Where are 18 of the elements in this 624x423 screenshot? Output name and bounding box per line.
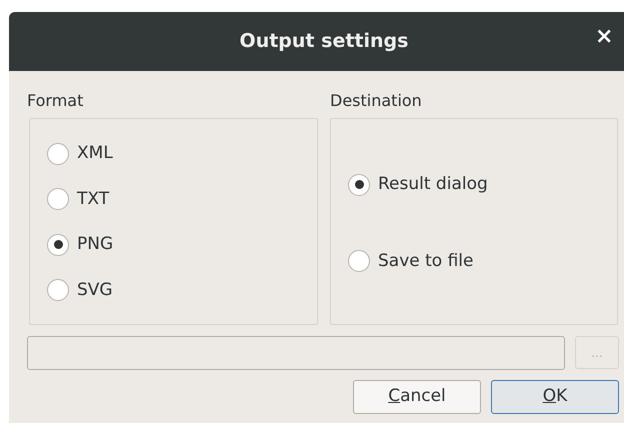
radio-button[interactable]: [348, 174, 370, 196]
group-label: Destination: [330, 91, 423, 111]
window-title: Output settings: [240, 29, 408, 54]
radio-button[interactable]: [47, 142, 69, 165]
dialog-button[interactable]: Cancel: [353, 380, 481, 414]
radio-label: XML: [77, 142, 113, 165]
dialog-button[interactable]: OK: [491, 380, 619, 414]
radio-label: Save to file: [378, 250, 474, 272]
radio-button[interactable]: [47, 234, 69, 256]
radio-label: Result dialog: [378, 173, 488, 196]
radio-button[interactable]: [47, 279, 69, 302]
radio-button[interactable]: [348, 250, 370, 272]
close-button[interactable]: ×: [595, 26, 614, 48]
radio-button[interactable]: [47, 188, 69, 210]
radio-label: SVG: [77, 278, 113, 302]
group-label: Format: [27, 91, 84, 111]
radio-label: TXT: [77, 188, 110, 210]
radio-label: PNG: [77, 233, 114, 256]
